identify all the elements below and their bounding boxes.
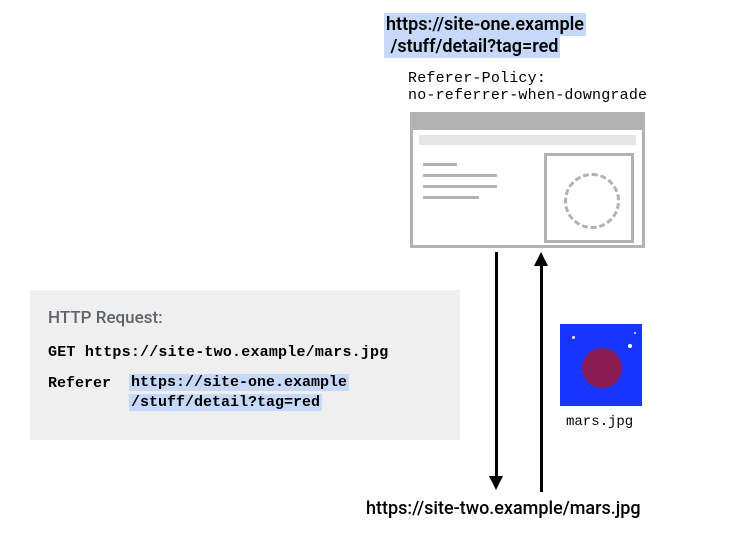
browser-urlbar bbox=[419, 135, 636, 145]
http-request-url: https://site-two.example/mars.jpg bbox=[85, 344, 389, 361]
image-placeholder bbox=[544, 153, 634, 243]
browser-body bbox=[413, 149, 642, 245]
browser-titlebar bbox=[413, 115, 642, 130]
arrow-response-up-head bbox=[534, 252, 548, 266]
star-icon bbox=[572, 336, 575, 339]
loading-circle-icon bbox=[564, 173, 620, 229]
page-url-line2: /stuff/detail?tag=red bbox=[384, 35, 560, 58]
http-request-card: HTTP Request: GET https://site-two.examp… bbox=[30, 290, 460, 440]
arrow-request-down bbox=[495, 252, 498, 478]
mars-image-label: mars.jpg bbox=[566, 414, 633, 430]
page-url-line1: https://site-one.example bbox=[384, 13, 586, 36]
mars-image-icon bbox=[560, 324, 642, 406]
http-referer-header: Referer https://site-one.example /stuff/… bbox=[48, 373, 442, 413]
star-icon bbox=[628, 344, 632, 348]
page-url: https://site-one.example /stuff/detail?t… bbox=[384, 14, 586, 58]
http-referer-value: https://site-one.example /stuff/detail?t… bbox=[129, 373, 349, 413]
arrow-response-up bbox=[540, 266, 543, 492]
http-request-line: GET https://site-two.example/mars.jpg bbox=[48, 344, 442, 361]
resource-url: https://site-two.example/mars.jpg bbox=[366, 498, 641, 519]
browser-window-icon bbox=[410, 112, 645, 248]
http-referer-key: Referer bbox=[48, 373, 111, 392]
text-lines-icon bbox=[423, 163, 497, 207]
http-method: GET bbox=[48, 344, 76, 361]
referer-policy-text: Referer-Policy: no-referrer-when-downgra… bbox=[408, 70, 647, 104]
arrow-request-down-head bbox=[489, 476, 503, 490]
http-request-caption: HTTP Request: bbox=[48, 308, 442, 328]
planet-icon bbox=[582, 348, 622, 388]
star-icon bbox=[634, 332, 636, 334]
